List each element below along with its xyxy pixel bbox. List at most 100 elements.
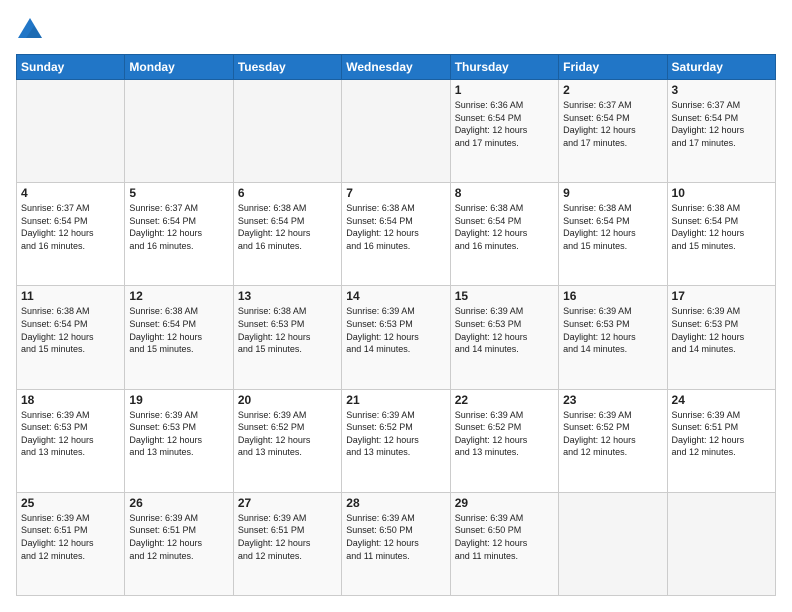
day-number: 20	[238, 393, 337, 407]
day-info: Sunrise: 6:38 AM Sunset: 6:54 PM Dayligh…	[21, 305, 120, 355]
week-row-2: 4 Sunrise: 6:37 AM Sunset: 6:54 PM Daylig…	[17, 183, 776, 286]
day-info: Sunrise: 6:39 AM Sunset: 6:53 PM Dayligh…	[21, 409, 120, 459]
day-info: Sunrise: 6:39 AM Sunset: 6:52 PM Dayligh…	[563, 409, 662, 459]
calendar-cell: 12 Sunrise: 6:38 AM Sunset: 6:54 PM Dayli…	[125, 286, 233, 389]
day-number: 19	[129, 393, 228, 407]
calendar-cell	[125, 80, 233, 183]
day-number: 26	[129, 496, 228, 510]
day-info: Sunrise: 6:37 AM Sunset: 6:54 PM Dayligh…	[563, 99, 662, 149]
day-number: 2	[563, 83, 662, 97]
day-number: 1	[455, 83, 554, 97]
day-info: Sunrise: 6:37 AM Sunset: 6:54 PM Dayligh…	[129, 202, 228, 252]
day-header-friday: Friday	[559, 55, 667, 80]
calendar-cell: 3 Sunrise: 6:37 AM Sunset: 6:54 PM Daylig…	[667, 80, 775, 183]
day-number: 25	[21, 496, 120, 510]
day-number: 24	[672, 393, 771, 407]
day-info: Sunrise: 6:39 AM Sunset: 6:53 PM Dayligh…	[672, 305, 771, 355]
calendar-cell: 25 Sunrise: 6:39 AM Sunset: 6:51 PM Dayli…	[17, 492, 125, 595]
calendar-cell	[233, 80, 341, 183]
day-info: Sunrise: 6:36 AM Sunset: 6:54 PM Dayligh…	[455, 99, 554, 149]
day-info: Sunrise: 6:39 AM Sunset: 6:52 PM Dayligh…	[346, 409, 445, 459]
day-info: Sunrise: 6:39 AM Sunset: 6:51 PM Dayligh…	[129, 512, 228, 562]
day-number: 18	[21, 393, 120, 407]
calendar: SundayMondayTuesdayWednesdayThursdayFrid…	[16, 54, 776, 596]
calendar-cell: 14 Sunrise: 6:39 AM Sunset: 6:53 PM Dayli…	[342, 286, 450, 389]
calendar-cell: 24 Sunrise: 6:39 AM Sunset: 6:51 PM Dayli…	[667, 389, 775, 492]
calendar-cell: 16Sunrise: 6:39 AM Sunset: 6:53 PM Dayli…	[559, 286, 667, 389]
day-number: 23	[563, 393, 662, 407]
calendar-cell: 13 Sunrise: 6:38 AM Sunset: 6:53 PM Dayli…	[233, 286, 341, 389]
calendar-cell: 26 Sunrise: 6:39 AM Sunset: 6:51 PM Dayli…	[125, 492, 233, 595]
logo	[16, 16, 48, 44]
day-info: Sunrise: 6:39 AM Sunset: 6:52 PM Dayligh…	[455, 409, 554, 459]
calendar-cell: 23 Sunrise: 6:39 AM Sunset: 6:52 PM Dayli…	[559, 389, 667, 492]
calendar-cell	[342, 80, 450, 183]
day-number: 6	[238, 186, 337, 200]
calendar-cell: 7Sunrise: 6:38 AM Sunset: 6:54 PM Daylig…	[342, 183, 450, 286]
day-number: 8	[455, 186, 554, 200]
calendar-cell: 19 Sunrise: 6:39 AM Sunset: 6:53 PM Dayli…	[125, 389, 233, 492]
day-info: Sunrise: 6:39 AM Sunset: 6:53 PM Dayligh…	[455, 305, 554, 355]
day-info: Sunrise: 6:39 AM Sunset: 6:52 PM Dayligh…	[238, 409, 337, 459]
calendar-cell: 10Sunrise: 6:38 AM Sunset: 6:54 PM Dayli…	[667, 183, 775, 286]
day-number: 3	[672, 83, 771, 97]
day-number: 22	[455, 393, 554, 407]
week-row-3: 11 Sunrise: 6:38 AM Sunset: 6:54 PM Dayli…	[17, 286, 776, 389]
day-info: Sunrise: 6:38 AM Sunset: 6:54 PM Dayligh…	[563, 202, 662, 252]
day-info: Sunrise: 6:37 AM Sunset: 6:54 PM Dayligh…	[21, 202, 120, 252]
days-header-row: SundayMondayTuesdayWednesdayThursdayFrid…	[17, 55, 776, 80]
day-number: 27	[238, 496, 337, 510]
calendar-cell	[559, 492, 667, 595]
day-info: Sunrise: 6:38 AM Sunset: 6:54 PM Dayligh…	[238, 202, 337, 252]
calendar-cell: 11 Sunrise: 6:38 AM Sunset: 6:54 PM Dayli…	[17, 286, 125, 389]
calendar-cell: 29Sunrise: 6:39 AM Sunset: 6:50 PM Dayli…	[450, 492, 558, 595]
day-info: Sunrise: 6:37 AM Sunset: 6:54 PM Dayligh…	[672, 99, 771, 149]
day-number: 16	[563, 289, 662, 303]
day-number: 15	[455, 289, 554, 303]
calendar-cell: 17 Sunrise: 6:39 AM Sunset: 6:53 PM Dayli…	[667, 286, 775, 389]
calendar-cell: 27 Sunrise: 6:39 AM Sunset: 6:51 PM Dayli…	[233, 492, 341, 595]
page: SundayMondayTuesdayWednesdayThursdayFrid…	[0, 0, 792, 612]
day-number: 11	[21, 289, 120, 303]
day-info: Sunrise: 6:39 AM Sunset: 6:51 PM Dayligh…	[21, 512, 120, 562]
day-info: Sunrise: 6:38 AM Sunset: 6:54 PM Dayligh…	[455, 202, 554, 252]
logo-icon	[16, 16, 44, 44]
day-info: Sunrise: 6:39 AM Sunset: 6:51 PM Dayligh…	[238, 512, 337, 562]
calendar-cell: 8 Sunrise: 6:38 AM Sunset: 6:54 PM Daylig…	[450, 183, 558, 286]
day-info: Sunrise: 6:38 AM Sunset: 6:54 PM Dayligh…	[346, 202, 445, 252]
day-header-sunday: Sunday	[17, 55, 125, 80]
day-header-wednesday: Wednesday	[342, 55, 450, 80]
day-info: Sunrise: 6:39 AM Sunset: 6:53 PM Dayligh…	[129, 409, 228, 459]
day-number: 12	[129, 289, 228, 303]
day-number: 4	[21, 186, 120, 200]
calendar-cell: 2 Sunrise: 6:37 AM Sunset: 6:54 PM Daylig…	[559, 80, 667, 183]
header	[16, 16, 776, 44]
day-info: Sunrise: 6:39 AM Sunset: 6:50 PM Dayligh…	[346, 512, 445, 562]
day-header-monday: Monday	[125, 55, 233, 80]
day-number: 17	[672, 289, 771, 303]
calendar-cell: 28Sunrise: 6:39 AM Sunset: 6:50 PM Dayli…	[342, 492, 450, 595]
day-number: 13	[238, 289, 337, 303]
day-info: Sunrise: 6:38 AM Sunset: 6:54 PM Dayligh…	[129, 305, 228, 355]
day-header-thursday: Thursday	[450, 55, 558, 80]
day-number: 29	[455, 496, 554, 510]
day-number: 21	[346, 393, 445, 407]
calendar-cell: 18 Sunrise: 6:39 AM Sunset: 6:53 PM Dayli…	[17, 389, 125, 492]
day-number: 5	[129, 186, 228, 200]
day-info: Sunrise: 6:39 AM Sunset: 6:51 PM Dayligh…	[672, 409, 771, 459]
calendar-cell: 5 Sunrise: 6:37 AM Sunset: 6:54 PM Daylig…	[125, 183, 233, 286]
calendar-cell	[17, 80, 125, 183]
day-info: Sunrise: 6:38 AM Sunset: 6:53 PM Dayligh…	[238, 305, 337, 355]
day-number: 9	[563, 186, 662, 200]
calendar-cell: 20 Sunrise: 6:39 AM Sunset: 6:52 PM Dayli…	[233, 389, 341, 492]
day-number: 14	[346, 289, 445, 303]
day-header-tuesday: Tuesday	[233, 55, 341, 80]
day-header-saturday: Saturday	[667, 55, 775, 80]
week-row-5: 25 Sunrise: 6:39 AM Sunset: 6:51 PM Dayli…	[17, 492, 776, 595]
calendar-cell: 6 Sunrise: 6:38 AM Sunset: 6:54 PM Daylig…	[233, 183, 341, 286]
calendar-cell: 9 Sunrise: 6:38 AM Sunset: 6:54 PM Daylig…	[559, 183, 667, 286]
day-info: Sunrise: 6:39 AM Sunset: 6:53 PM Dayligh…	[346, 305, 445, 355]
calendar-cell: 15 Sunrise: 6:39 AM Sunset: 6:53 PM Dayli…	[450, 286, 558, 389]
day-number: 10	[672, 186, 771, 200]
calendar-cell: 4 Sunrise: 6:37 AM Sunset: 6:54 PM Daylig…	[17, 183, 125, 286]
